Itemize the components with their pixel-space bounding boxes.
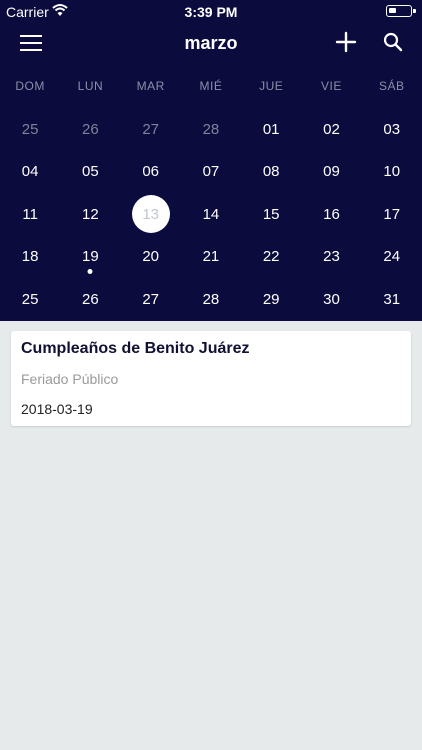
calendar-grid: 25 26 27 28 01 02 03 04 05 06 07 08 09 10 11 12 13 14 15 16…	[0, 108, 422, 321]
calendar-day-number: 25	[21, 290, 39, 308]
calendar-day[interactable]: 27	[121, 278, 181, 321]
battery-icon	[386, 5, 416, 17]
calendar-day-number: 01	[262, 120, 280, 138]
calendar-day-number: 15	[262, 205, 280, 223]
weekday-label: SÁB	[378, 79, 405, 93]
weekday-label: MIÉ	[199, 79, 223, 93]
calendar-day-number: 12	[82, 205, 99, 223]
calendar-day-number: 25	[21, 120, 39, 138]
calendar-day[interactable]: 16	[301, 193, 361, 236]
calendar-day-number: 06	[142, 163, 159, 181]
calendar-day-number: 09	[323, 163, 340, 181]
weekday-label: MAR	[136, 79, 165, 93]
calendar-day-number: 11	[22, 205, 38, 223]
calendar-day-number: 05	[82, 163, 99, 181]
status-bar: Carrier 3:39 PM	[0, 0, 422, 22]
calendar-day[interactable]: 03	[362, 108, 422, 151]
calendar-day[interactable]: 05	[60, 151, 120, 194]
calendar-day[interactable]: 11	[0, 193, 60, 236]
calendar-day-number: 13	[142, 205, 159, 223]
event-type: Feriado Público	[21, 371, 119, 387]
weekday-label: JUE	[259, 79, 284, 93]
calendar-day[interactable]: 21	[181, 236, 241, 279]
weekday-label: DOM	[15, 79, 45, 93]
header-panel: Carrier 3:39 PM marzo DOM LUN MAR MIÉ JU…	[0, 0, 422, 321]
calendar-day[interactable]: 24	[362, 236, 422, 279]
nav-bar: marzo	[0, 24, 422, 64]
event-date: 2018-03-19	[21, 401, 93, 417]
calendar-day-number: 23	[323, 248, 340, 266]
calendar-week-row: 25 26 27 28 29 30 31	[0, 278, 422, 321]
calendar-day-number: 26	[82, 290, 99, 308]
calendar-day[interactable]: 27	[121, 108, 181, 151]
calendar-day-number: 19	[82, 248, 99, 266]
search-icon[interactable]	[382, 31, 404, 53]
calendar-day[interactable]: 02	[301, 108, 361, 151]
weekday-header: DOM LUN MAR MIÉ JUE VIE SÁB	[0, 79, 422, 95]
calendar-day[interactable]: 29	[241, 278, 301, 321]
calendar-day[interactable]: 15	[241, 193, 301, 236]
calendar-day-number: 26	[82, 120, 99, 138]
calendar-day-selected[interactable]: 13	[121, 193, 181, 236]
calendar-week-row: 25 26 27 28 01 02 03	[0, 108, 422, 151]
event-title: Cumpleaños de Benito Juárez	[21, 340, 250, 357]
event-dot	[87, 269, 93, 274]
calendar-day[interactable]: 25	[0, 108, 60, 151]
calendar-day-number: 27	[142, 290, 159, 308]
calendar-day[interactable]: 18	[0, 236, 60, 279]
add-icon[interactable]	[334, 30, 358, 54]
calendar-day[interactable]: 19	[60, 236, 120, 279]
weekday-label: LUN	[77, 79, 104, 93]
calendar-day[interactable]: 22	[241, 236, 301, 279]
calendar-day-number: 14	[202, 205, 220, 223]
page-title: marzo	[184, 33, 238, 53]
calendar-day-number: 27	[142, 120, 159, 138]
calendar-day[interactable]: 23	[301, 236, 361, 279]
calendar-day[interactable]: 14	[181, 193, 241, 236]
calendar-day-number: 18	[21, 248, 39, 266]
calendar-day-number: 07	[202, 163, 220, 181]
calendar-day-number: 17	[383, 205, 401, 223]
calendar-day[interactable]: 09	[301, 151, 361, 194]
calendar-week-row: 18 19 20 21 22 23 24	[0, 236, 422, 279]
calendar-day-number: 04	[21, 163, 39, 181]
calendar-day-number: 22	[262, 248, 280, 266]
calendar-day[interactable]: 12	[60, 193, 120, 236]
calendar-day[interactable]: 17	[362, 193, 422, 236]
calendar-day-number: 31	[383, 290, 401, 308]
calendar-day-number: 21	[202, 248, 220, 266]
calendar-day[interactable]: 28	[181, 108, 241, 151]
calendar-day[interactable]: 26	[60, 108, 120, 151]
calendar-day[interactable]: 07	[181, 151, 241, 194]
calendar-day[interactable]: 01	[241, 108, 301, 151]
calendar-day-number: 30	[323, 290, 340, 308]
calendar-week-row: 11 12 13 14 15 16 17	[0, 193, 422, 236]
battery-level	[389, 8, 396, 13]
battery-nub	[413, 9, 416, 13]
calendar-day-number: 16	[323, 205, 340, 223]
calendar-day-number: 20	[142, 248, 159, 266]
calendar-day[interactable]: 28	[181, 278, 241, 321]
calendar-day[interactable]: 25	[0, 278, 60, 321]
calendar-day-number: 24	[383, 248, 401, 266]
status-time: 3:39 PM	[184, 4, 238, 20]
calendar-day-number: 29	[262, 290, 280, 308]
calendar-day[interactable]: 10	[362, 151, 422, 194]
calendar-day-number: 03	[383, 120, 401, 138]
weekday-label: VIE	[321, 79, 342, 93]
calendar-day[interactable]: 31	[362, 278, 422, 321]
calendar-day-number: 28	[202, 290, 220, 308]
calendar-day-number: 02	[323, 120, 340, 138]
calendar-week-row: 04 05 06 07 08 09 10	[0, 151, 422, 194]
calendar-day-number: 28	[202, 120, 220, 138]
event-card[interactable]: Cumpleaños de Benito Juárez Feriado Públ…	[11, 331, 411, 426]
calendar-day-number: 08	[262, 163, 280, 181]
calendar-day-number: 10	[383, 163, 401, 181]
calendar-day[interactable]: 20	[121, 236, 181, 279]
calendar-day[interactable]: 30	[301, 278, 361, 321]
calendar-day[interactable]: 26	[60, 278, 120, 321]
calendar-day[interactable]: 04	[0, 151, 60, 194]
calendar-day[interactable]: 06	[121, 151, 181, 194]
calendar-day[interactable]: 08	[241, 151, 301, 194]
